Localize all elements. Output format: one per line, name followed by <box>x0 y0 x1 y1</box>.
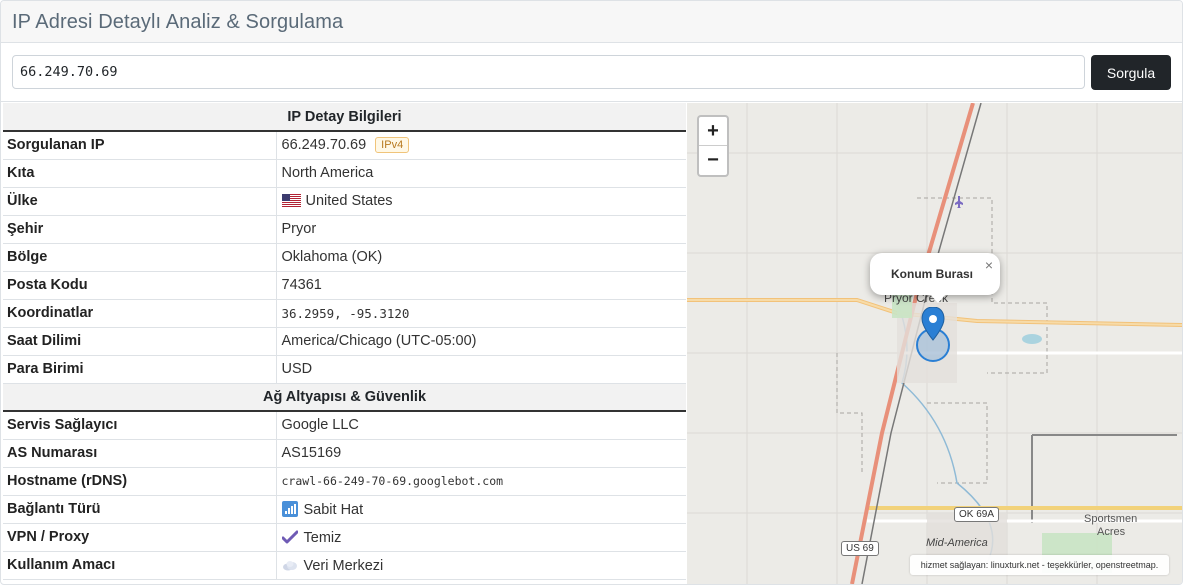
map-label-sportsmen: Sportsmen <box>1084 513 1138 525</box>
row-label: Koordinatlar <box>3 299 277 328</box>
row-label: Hostname (rDNS) <box>3 467 277 496</box>
table-row: Şehir Pryor <box>3 215 686 244</box>
table-row: Posta Kodu 74361 <box>3 271 686 300</box>
table-row: VPN / Proxy Temiz <box>3 523 686 552</box>
app-window: IP Adresi Detaylı Analiz & Sorgulama Sor… <box>0 0 1183 585</box>
map-label-mid-america: Mid-America <box>926 537 988 549</box>
highway-shield-us69: US 69 <box>841 541 879 556</box>
table-row: Saat Dilimi America/Chicago (UTC-05:00) <box>3 327 686 356</box>
row-label: Posta Kodu <box>3 271 277 300</box>
row-value: Google LLC <box>276 411 686 440</box>
table-row: Koordinatlar 36.2959, -95.3120 <box>3 299 686 328</box>
row-value: Veri Merkezi <box>303 557 384 574</box>
section-title: Ağ Altyapısı & Güvenlik <box>3 383 686 412</box>
table-row: Hostname (rDNS) crawl-66-249-70-69.googl… <box>3 467 686 496</box>
row-label: VPN / Proxy <box>3 523 277 552</box>
table-row: AS Numarası AS15169 <box>3 439 686 468</box>
row-value: AS15169 <box>276 439 686 468</box>
popup-tip <box>929 293 947 303</box>
row-label: Bölge <box>3 243 277 272</box>
row-value: 74361 <box>276 271 686 300</box>
table-row: Bağlantı Türü Sabit Hat <box>3 495 686 524</box>
row-value: Oklahoma (OK) <box>276 243 686 272</box>
popup-close-icon[interactable]: × <box>985 257 993 273</box>
row-label: Ülke <box>3 187 277 216</box>
section-title: IP Detay Bilgileri <box>3 103 686 132</box>
row-label: Bağlantı Türü <box>3 495 277 524</box>
row-label: Şehir <box>3 215 277 244</box>
row-label: Sorgulanan IP <box>3 131 277 160</box>
row-label: Saat Dilimi <box>3 327 277 356</box>
row-value: United States <box>305 193 393 209</box>
row-value: 36.2959, -95.3120 <box>276 299 686 328</box>
row-value: USD <box>276 355 686 384</box>
location-popup: Konum Burası × <box>870 253 1000 303</box>
header-bar: IP Adresi Detaylı Analiz & Sorgulama <box>1 1 1182 43</box>
ip-details-table: IP Detay Bilgileri Sorgulanan IP 66.249.… <box>3 103 686 580</box>
row-value: Temiz <box>303 529 342 546</box>
table-row: Sorgulanan IP 66.249.70.69 IPv4 <box>3 131 686 160</box>
row-label: Kullanım Amacı <box>3 551 277 580</box>
query-button[interactable]: Sorgula <box>1091 55 1171 90</box>
map-attribution: hizmet sağlayan: linuxturk.net - teşekkü… <box>910 555 1169 575</box>
row-value: crawl-66-249-70-69.googlebot.com <box>276 467 686 496</box>
ip-search-input[interactable] <box>12 55 1085 89</box>
map-zoom-control: + − <box>697 115 729 177</box>
row-value: North America <box>276 159 686 188</box>
search-bar: Sorgula <box>1 43 1182 102</box>
highway-shield-ok69a: OK 69A <box>954 507 1000 522</box>
map-label-acres: Acres <box>1097 526 1126 538</box>
popup-label: Konum Burası <box>891 267 974 281</box>
row-label: Kıta <box>3 159 277 188</box>
section-header-network: Ağ Altyapısı & Güvenlik <box>3 383 686 412</box>
us-flag-icon <box>281 194 301 207</box>
row-value: Sabit Hat <box>303 501 364 518</box>
table-row: Para Birimi USD <box>3 355 686 384</box>
row-label: Para Birimi <box>3 355 277 384</box>
row-label: Servis Sağlayıcı <box>3 411 277 440</box>
row-label: AS Numarası <box>3 439 277 468</box>
location-marker-icon[interactable] <box>915 307 951 363</box>
table-row: Kıta North America <box>3 159 686 188</box>
section-header-ip-details: IP Detay Bilgileri <box>3 103 686 132</box>
signal-bars-icon <box>281 500 298 517</box>
ip-details-panel: IP Detay Bilgileri Sorgulanan IP 66.249.… <box>3 103 686 584</box>
location-map[interactable]: Pryor Creek Sportsmen Acres Mid-America … <box>687 103 1182 584</box>
zoom-out-button[interactable]: − <box>699 146 727 175</box>
check-mark-icon <box>281 530 298 543</box>
row-value: 66.249.70.69 <box>281 137 367 154</box>
table-row: Bölge Oklahoma (OK) <box>3 243 686 272</box>
cloud-icon <box>282 560 297 570</box>
row-value: Pryor <box>276 215 686 244</box>
page-title: IP Adresi Detaylı Analiz & Sorgulama <box>12 11 344 33</box>
row-value: America/Chicago (UTC-05:00) <box>276 327 686 356</box>
table-row: Ülke United States <box>3 187 686 216</box>
table-row: Servis Sağlayıcı Google LLC <box>3 411 686 440</box>
zoom-in-button[interactable]: + <box>699 117 727 146</box>
table-row: Kullanım Amacı Veri Merkezi <box>3 551 686 580</box>
ip-version-badge: IPv4 <box>375 137 410 154</box>
